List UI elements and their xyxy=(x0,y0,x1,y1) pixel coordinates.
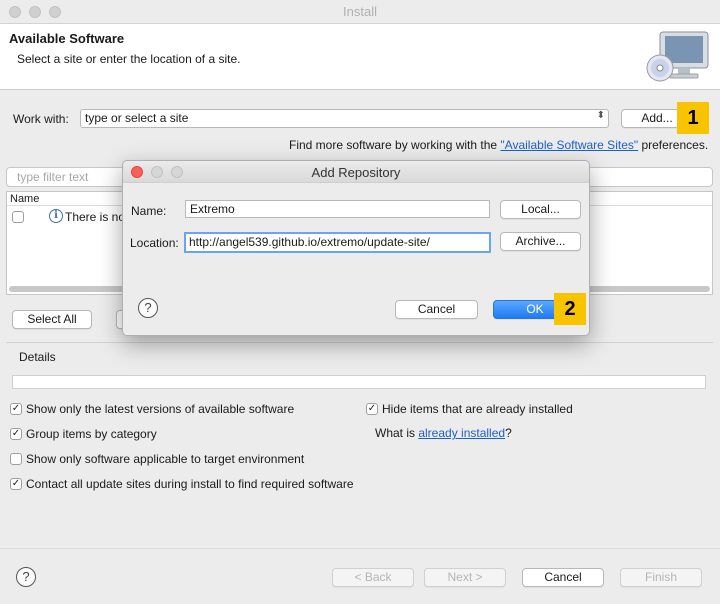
window-title: Install xyxy=(343,4,377,19)
group-by-category-checkbox[interactable]: ✓ xyxy=(10,428,22,440)
dialog-titlebar: Add Repository xyxy=(123,161,589,183)
work-with-placeholder: type or select a site xyxy=(85,111,189,125)
available-software-sites-link[interactable]: "Available Software Sites" xyxy=(500,138,638,152)
info-icon: i xyxy=(49,209,63,223)
footer-divider xyxy=(0,548,720,549)
hide-installed-label: Hide items that are already installed xyxy=(382,402,573,416)
target-env-label: Show only software applicable to target … xyxy=(26,452,305,466)
page-subtitle: Select a site or enter the location of a… xyxy=(17,52,241,66)
archive-button[interactable]: Archive... xyxy=(500,232,581,251)
contact-sites-checkbox[interactable]: ✓ xyxy=(10,478,22,490)
already-installed-link[interactable]: already installed xyxy=(418,426,505,440)
dialog-title: Add Repository xyxy=(311,165,401,180)
target-env-checkbox[interactable] xyxy=(10,453,22,465)
wizard-banner: Available Software Select a site or ente… xyxy=(0,24,720,90)
chevron-down-icon[interactable]: ⬍ xyxy=(597,110,605,121)
group-by-category-label: Group items by category xyxy=(26,427,157,441)
window-titlebar: Install xyxy=(0,0,720,24)
work-with-label: Work with: xyxy=(13,112,69,126)
what-is-installed: What is already installed? xyxy=(375,426,512,440)
page-title: Available Software xyxy=(9,31,125,46)
local-button[interactable]: Local... xyxy=(500,200,581,219)
info-text: There is no xyxy=(65,210,126,224)
available-sites-hint: Find more software by working with the "… xyxy=(289,138,708,152)
callout-badge-2: 2 xyxy=(554,293,586,325)
location-field[interactable]: http://angel539.github.io/extremo/update… xyxy=(184,232,491,253)
hint-suffix: preferences. xyxy=(638,138,709,152)
work-with-combo[interactable]: type or select a site ⬍ xyxy=(80,109,609,128)
row-checkbox[interactable] xyxy=(12,211,24,223)
cancel-button[interactable]: Cancel xyxy=(522,568,604,587)
details-label: Details xyxy=(19,350,56,364)
details-text-area xyxy=(12,375,706,389)
contact-sites-label: Contact all update sites during install … xyxy=(26,477,354,491)
name-label: Name: xyxy=(131,204,167,218)
callout-badge-1: 1 xyxy=(677,102,709,134)
help-icon[interactable]: ? xyxy=(16,567,36,587)
monitor-cd-icon xyxy=(646,31,709,82)
what-is-prefix: What is xyxy=(375,426,419,440)
dialog-cancel-button[interactable]: Cancel xyxy=(395,300,478,319)
next-button[interactable]: Next > xyxy=(424,568,506,587)
name-field[interactable]: Extremo xyxy=(185,200,490,218)
what-is-suffix: ? xyxy=(505,426,512,440)
location-label: Location: xyxy=(130,236,179,250)
hide-installed-checkbox[interactable]: ✓ xyxy=(366,403,378,415)
back-button[interactable]: < Back xyxy=(332,568,414,587)
dialog-help-icon[interactable]: ? xyxy=(138,298,158,318)
latest-versions-checkbox[interactable]: ✓ xyxy=(10,403,22,415)
select-all-button[interactable]: Select All xyxy=(12,310,92,329)
hint-prefix: Find more software by working with the xyxy=(289,138,501,152)
finish-button[interactable]: Finish xyxy=(620,568,702,587)
add-repository-dialog: Add Repository Name: Extremo Local... Lo… xyxy=(122,160,590,336)
latest-versions-label: Show only the latest versions of availab… xyxy=(26,402,295,416)
